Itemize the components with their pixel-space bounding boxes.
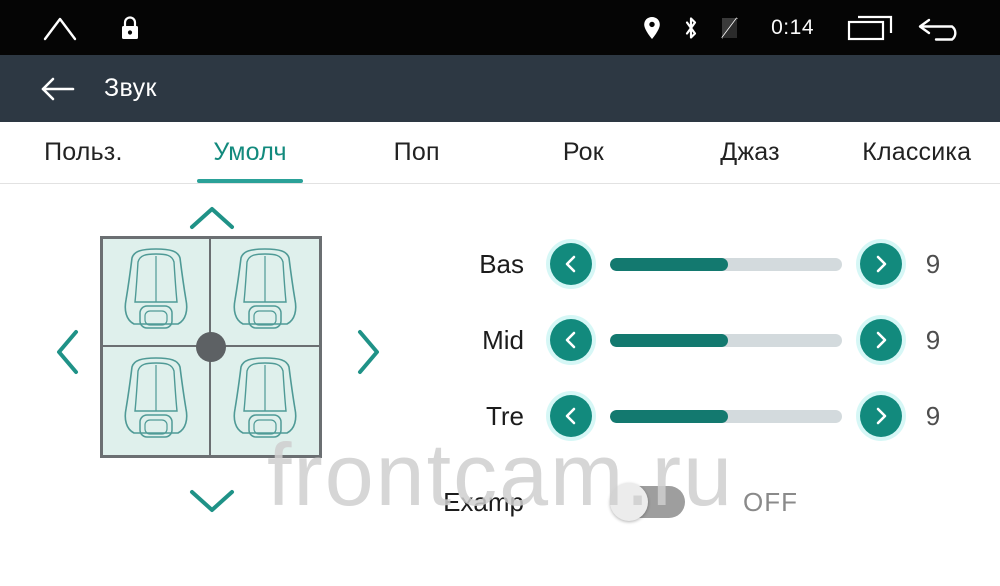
mid-slider-track[interactable]	[610, 334, 842, 347]
page-title: Звук	[104, 74, 157, 103]
status-bar-clock: 0:14	[761, 16, 824, 40]
tre-increase-button[interactable]	[860, 395, 902, 437]
eq-row-examp: Examp OFF	[430, 476, 1000, 528]
bas-decrease-button[interactable]	[550, 243, 592, 285]
mid-value: 9	[902, 325, 964, 356]
examp-state-label: OFF	[743, 487, 798, 518]
tab-rock[interactable]: Рок	[500, 122, 667, 183]
tab-label: Умолч	[213, 138, 286, 167]
seat-rear-left[interactable]	[103, 347, 211, 455]
fader-up-button[interactable]	[186, 196, 238, 240]
equalizer-controls: Bas 9 Mid	[430, 184, 1000, 586]
tab-label: Поп	[394, 138, 440, 167]
tab-label: Джаз	[720, 138, 780, 167]
seat-front-right[interactable]	[211, 239, 319, 347]
balance-fader-pad	[0, 184, 430, 586]
tre-slider-fill	[610, 410, 728, 423]
sound-settings-body: Bas 9 Mid	[0, 184, 1000, 586]
tre-slider-track[interactable]	[610, 410, 842, 423]
location-pin-icon	[643, 16, 661, 40]
examp-label: Examp	[430, 487, 550, 518]
tab-umolch[interactable]: Умолч	[167, 122, 334, 183]
mid-slider-fill	[610, 334, 728, 347]
eq-row-mid: Mid 9	[430, 314, 1000, 366]
car-head-unit-screen: 0:14 Звук Польз.	[0, 0, 1000, 586]
bas-increase-button[interactable]	[860, 243, 902, 285]
fader-down-button[interactable]	[186, 479, 238, 523]
seat-position-grid[interactable]	[100, 236, 322, 458]
mid-decrease-button[interactable]	[550, 319, 592, 361]
examp-toggle-switch[interactable]	[612, 486, 685, 518]
seat-front-left[interactable]	[103, 239, 211, 347]
tab-label: Польз.	[44, 138, 123, 167]
tab-pop[interactable]: Поп	[333, 122, 500, 183]
recent-apps-icon[interactable]	[846, 14, 894, 42]
tab-label: Рок	[563, 138, 604, 167]
balance-left-button[interactable]	[42, 330, 94, 374]
examp-toggle-knob	[610, 483, 648, 521]
status-bar-right-group: 0:14	[643, 13, 1000, 43]
tab-classic[interactable]: Классика	[833, 122, 1000, 183]
tre-value: 9	[902, 401, 964, 432]
eq-label-tre: Tre	[430, 401, 550, 432]
lock-icon[interactable]	[118, 14, 142, 42]
mid-increase-button[interactable]	[860, 319, 902, 361]
tre-decrease-button[interactable]	[550, 395, 592, 437]
tab-jazz[interactable]: Джаз	[667, 122, 834, 183]
bluetooth-icon	[683, 16, 699, 40]
back-nav-icon[interactable]	[916, 13, 968, 43]
eq-label-bas: Bas	[430, 249, 550, 280]
home-icon[interactable]	[42, 15, 78, 41]
seat-rear-right[interactable]	[211, 347, 319, 455]
status-bar: 0:14	[0, 0, 1000, 55]
tab-label: Классика	[862, 138, 971, 167]
fader-center-indicator	[196, 332, 226, 362]
sim-signal-off-icon	[721, 16, 739, 40]
balance-right-button[interactable]	[342, 330, 394, 374]
eq-row-tre: Tre 9	[430, 390, 1000, 442]
back-button[interactable]	[28, 76, 88, 102]
eq-label-mid: Mid	[430, 325, 550, 356]
status-bar-left-group	[0, 14, 142, 42]
bas-value: 9	[902, 249, 964, 280]
eq-preset-tabs: Польз. Умолч Поп Рок Джаз Классика	[0, 122, 1000, 184]
app-title-bar: Звук	[0, 55, 1000, 122]
bas-slider-track[interactable]	[610, 258, 842, 271]
eq-row-bas: Bas 9	[430, 238, 1000, 290]
bas-slider-fill	[610, 258, 728, 271]
tab-polz[interactable]: Польз.	[0, 122, 167, 183]
